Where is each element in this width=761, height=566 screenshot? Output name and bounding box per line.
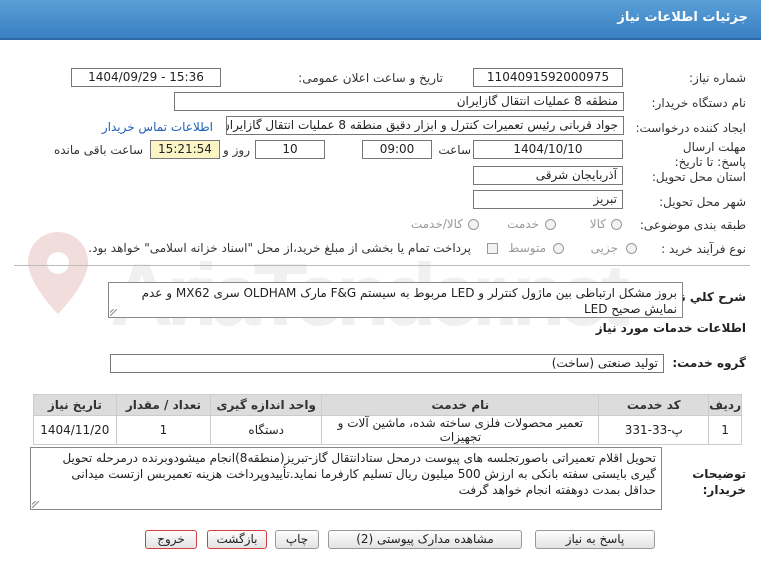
days-remaining-field: 10 xyxy=(255,140,325,159)
remaining-time-label: ساعت باقی مانده xyxy=(53,143,143,157)
province-label: استان محل تحویل: xyxy=(651,170,746,184)
back-button[interactable]: بازگشت xyxy=(207,530,267,549)
creator-field: جواد قربانی رئیس تعمیرات کنترل و ابزار د… xyxy=(226,116,624,135)
deadline-time-field: 09:00 xyxy=(362,140,432,159)
buyer-contact-link[interactable]: اطلاعات تماس خریدار xyxy=(102,120,213,134)
services-table: ردیف کد خدمت نام خدمت واحد اندازه گیری ت… xyxy=(33,394,742,445)
exit-button[interactable]: خروج xyxy=(145,530,197,549)
process-label: نوع فرآیند خرید : xyxy=(661,242,746,256)
announce-label: تاریخ و ساعت اعلان عمومی: xyxy=(298,71,443,85)
cell-service-code: پ-33-331 xyxy=(598,415,710,445)
column-header-service-code: کد خدمت xyxy=(598,394,710,416)
column-header-unit: واحد اندازه گیری xyxy=(210,394,323,416)
treasury-payment-checkbox[interactable] xyxy=(487,243,498,254)
cell-quantity: 1 xyxy=(115,415,212,445)
creator-label: ایجاد کننده درخواست: xyxy=(635,121,746,135)
category-label: طبقه بندی موضوعی: xyxy=(639,218,746,232)
city-label: شهر محل تحویل: xyxy=(659,195,746,209)
deadline-date-field: 1404/10/10 xyxy=(473,140,623,159)
remaining-time-field: 15:21:54 xyxy=(150,140,220,159)
announce-date-field: 1404/09/29 - 15:36 xyxy=(71,68,221,87)
resize-handle-icon[interactable] xyxy=(110,309,117,316)
column-header-quantity: تعداد / مقدار xyxy=(115,394,212,416)
category-option-goods-service: کالا/خدمت xyxy=(410,217,463,231)
cell-need-date: 1404/11/20 xyxy=(33,415,117,445)
deadline-time-label: ساعت xyxy=(438,143,471,157)
need-number-label: شماره نیاز: xyxy=(689,71,746,85)
category-radio-goods[interactable] xyxy=(611,219,622,230)
column-header-service-name: نام خدمت xyxy=(321,394,600,416)
divider xyxy=(14,265,750,266)
buyer-notes-textarea[interactable]: تحویل اقلام تعمیراتی باصورتجلسه های پیوس… xyxy=(30,447,662,510)
category-option-goods: کالا xyxy=(589,217,606,231)
deadline-label: مهلت ارسال پاسخ: تا تاریخ: xyxy=(674,140,746,169)
category-option-service: خدمت xyxy=(507,217,539,231)
cell-unit: دستگاه xyxy=(210,415,323,445)
table-header-row: ردیف کد خدمت نام خدمت واحد اندازه گیری ت… xyxy=(33,394,742,416)
reply-to-need-button[interactable]: پاسخ به نیاز xyxy=(535,530,655,549)
service-group-label: گروه خدمت: xyxy=(672,356,746,370)
city-field: تبریز xyxy=(473,190,623,209)
table-row: 1 پ-33-331 تعمیر محصولات فلزی ساخته شده،… xyxy=(33,415,742,445)
location-pin-icon xyxy=(28,232,88,314)
process-option-medium: متوسط xyxy=(508,241,546,255)
buyer-notes-text: تحویل اقلام تعمیراتی باصورتجلسه های پیوس… xyxy=(62,451,656,497)
view-attachments-button[interactable]: مشاهده مدارک پیوستی (2) xyxy=(328,530,522,549)
buyer-label: نام دستگاه خریدار: xyxy=(651,96,747,110)
buyer-notes-label: توضیحات خریدار: xyxy=(692,467,746,497)
buyer-field: منطقه 8 عملیات انتقال گازایران xyxy=(174,92,624,111)
process-option-minor: جزیی xyxy=(590,241,618,255)
column-header-need-date: تاریخ نیاز xyxy=(33,394,117,416)
category-radio-service[interactable] xyxy=(545,219,556,230)
resize-handle-icon[interactable] xyxy=(32,501,39,508)
column-header-row-number: ردیف xyxy=(708,394,742,416)
process-radio-medium[interactable] xyxy=(553,243,564,254)
print-button[interactable]: چاپ xyxy=(275,530,319,549)
summary-textarea[interactable]: بروز مشکل ارتباطی بین ماژول کنترلر و LED… xyxy=(108,282,683,318)
service-group-field: تولید صنعتی (ساخت) xyxy=(110,354,664,373)
treasury-payment-note: پرداخت تمام یا بخشی از مبلغ خرید،از محل … xyxy=(88,241,471,255)
cell-service-name: تعمیر محصولات فلزی ساخته شده، ماشین آلات… xyxy=(321,415,600,445)
services-section-title: اطلاعات خدمات مورد نیاز xyxy=(595,321,746,335)
cell-row-number: 1 xyxy=(708,415,742,445)
province-field: آذربایجان شرقی xyxy=(473,166,623,185)
need-number-field: 1104091592000975 xyxy=(473,68,623,87)
category-radio-goods-service[interactable] xyxy=(468,219,479,230)
process-radio-minor[interactable] xyxy=(626,243,637,254)
page-title: جزئیات اطلاعات نیاز xyxy=(617,10,748,25)
summary-text: بروز مشکل ارتباطی بین ماژول کنترلر و LED… xyxy=(141,286,677,316)
days-label: روز و xyxy=(223,143,250,157)
